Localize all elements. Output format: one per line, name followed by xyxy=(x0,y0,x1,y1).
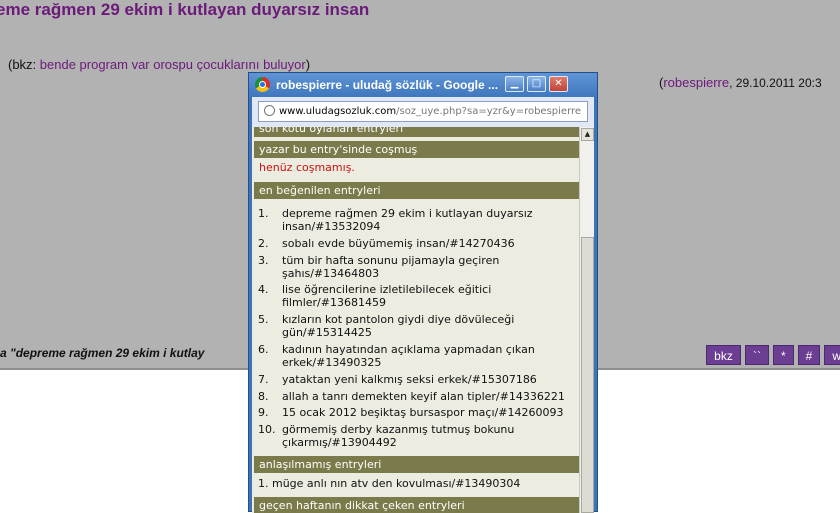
liked-entry-item[interactable]: 6. kadının hayatından açıklama yapmadan ç… xyxy=(258,343,578,369)
section-header-unliked: anlaşılmamış entryleri xyxy=(254,456,579,473)
globe-icon xyxy=(264,105,275,116)
scroll-thumb[interactable] xyxy=(581,237,594,513)
liked-entry-item[interactable]: 3. tüm bir hafta sonunu pijamayla geçiren… xyxy=(258,254,578,280)
close-button[interactable]: ✕ xyxy=(549,76,568,92)
liked-entry-item[interactable]: 2. sobalı evde büyümemiş insan/#14270436 xyxy=(258,237,578,250)
bkz-prefix: (bkz: xyxy=(8,57,40,72)
popup-title: robespierre - uludağ sözlük - Google ... xyxy=(276,78,499,92)
backtick-button[interactable]: `` xyxy=(745,345,769,365)
address-area: www.uludagsozluk.com/soz_uye.php?sa=yzr&… xyxy=(252,97,594,127)
profile-panel: son kötü oylanan entryleri yazar bu entr… xyxy=(252,127,579,513)
liked-entry-text[interactable]: kadının hayatından açıklama yapmadan çık… xyxy=(282,343,578,356)
asterisk-button[interactable]: * xyxy=(773,345,794,365)
liked-entries-list: 1. depreme rağmen 29 ekim i kutlayan duya… xyxy=(258,207,578,453)
liked-entry-number: 7. xyxy=(258,372,269,386)
scroll-up-arrow-icon[interactable]: ▲ xyxy=(581,128,594,141)
author-line: (robespierre, 29.10.2011 20:3 xyxy=(659,75,822,90)
maximize-button[interactable]: □ xyxy=(527,76,546,92)
www-button[interactable]: ww xyxy=(824,345,840,365)
minimize-button[interactable]: ▁ xyxy=(505,76,524,92)
liked-entry-item[interactable]: 7. yataktan yeni kalkmış seksi erkek/#153… xyxy=(258,373,578,386)
hash-button[interactable]: # xyxy=(797,345,821,365)
popup-titlebar[interactable]: robespierre - uludağ sözlük - Google ...… xyxy=(249,73,597,97)
url-path: /soz_uye.php?sa=yzr&y=robespierre xyxy=(396,106,582,117)
liked-entry-number: 9. xyxy=(258,406,269,420)
scrollbar[interactable]: ▲ xyxy=(579,127,594,513)
bkz-line: (bkz: bende program var orospu çocukları… xyxy=(8,57,310,72)
liked-entry-text[interactable]: lise öğrencilerine izletilebilecek eğiti… xyxy=(282,283,578,296)
liked-entry-text-cont[interactable]: çıkarmış/#13904492 xyxy=(282,436,578,449)
cosmus-empty-text: henüz coşmamış. xyxy=(259,161,355,174)
chrome-icon xyxy=(255,77,270,92)
liked-entry-number: 5. xyxy=(258,313,269,327)
liked-entry-item[interactable]: 5. kızların kot pantolon giydi diye dövül… xyxy=(258,313,578,339)
liked-entry-item[interactable]: 4. lise öğrencilerine izletilebilecek eği… xyxy=(258,283,578,309)
bkz-link[interactable]: bende program var orospu çocuklarını bul… xyxy=(40,57,306,72)
liked-entry-item[interactable]: 10. görmemiş derby kazanmış tutmuş bokunu… xyxy=(258,423,578,449)
liked-entry-number: 3. xyxy=(258,253,269,267)
liked-entry-text-cont[interactable]: filmler/#13681459 xyxy=(282,296,578,309)
section-header-cut-bottom: geçen haftanın dikkat çeken entryleri xyxy=(254,497,579,513)
entry-title[interactable]: eme rağmen 29 ekim i kutlayan duyarsız i… xyxy=(0,0,369,20)
url-host: www.uludagsozluk.com xyxy=(279,106,397,117)
quote-fragment: a "depreme rağmen 29 ekim i kutlay xyxy=(0,346,205,360)
liked-entry-text-cont[interactable]: şahıs/#13464803 xyxy=(282,267,578,280)
liked-entry-number: 6. xyxy=(258,342,269,356)
section-header-cut-top: son kötü oylanan entryleri xyxy=(254,127,579,137)
popup-content: son kötü oylanan entryleri yazar bu entr… xyxy=(252,127,594,513)
unliked-entry-link[interactable]: 1. müge anlı nın atv den kovulması/#1349… xyxy=(258,477,520,490)
address-bar[interactable]: www.uludagsozluk.com/soz_uye.php?sa=yzr&… xyxy=(258,101,588,122)
liked-entry-number: 2. xyxy=(258,236,269,250)
liked-entry-text[interactable]: 15 ocak 2012 beşiktaş bursaspor maçı/#14… xyxy=(282,406,578,419)
bkz-suffix: ) xyxy=(305,57,311,72)
section-header-cosmus: yazar bu entry'sinde coşmuş xyxy=(254,141,579,158)
liked-entry-text[interactable]: allah a tanrı demekten keyif alan tipler… xyxy=(282,390,578,403)
liked-entry-item[interactable]: 1. depreme rağmen 29 ekim i kutlayan duya… xyxy=(258,207,578,233)
liked-entry-number: 8. xyxy=(258,389,269,403)
entry-date: , 29.10.2011 20:3 xyxy=(729,76,822,90)
liked-entry-item[interactable]: 8. allah a tanrı demekten keyif alan tipl… xyxy=(258,390,578,403)
liked-entry-text-cont[interactable]: insan/#13532094 xyxy=(282,220,578,233)
liked-entry-item[interactable]: 9. 15 ocak 2012 beşiktaş bursaspor maçı/#… xyxy=(258,406,578,419)
popup-window: robespierre - uludağ sözlük - Google ...… xyxy=(248,72,598,513)
author-link[interactable]: robespierre xyxy=(663,75,729,90)
liked-entry-number: 4. xyxy=(258,283,269,297)
editor-toolbar: bkz `` * # ww xyxy=(706,345,840,365)
liked-entry-text[interactable]: görmemiş derby kazanmış tutmuş bokunu xyxy=(282,423,578,436)
liked-entry-text[interactable]: depreme rağmen 29 ekim i kutlayan duyars… xyxy=(282,207,578,220)
liked-entry-text[interactable]: yataktan yeni kalkmış seksi erkek/#15307… xyxy=(282,373,578,386)
liked-entry-text[interactable]: sobalı evde büyümemiş insan/#14270436 xyxy=(282,237,578,250)
section-header-liked: en beğenilen entryleri xyxy=(254,182,579,199)
liked-entry-text-cont[interactable]: erkek/#13490325 xyxy=(282,356,578,369)
liked-entry-text[interactable]: kızların kot pantolon giydi diye dövülec… xyxy=(282,313,578,326)
liked-entry-text[interactable]: tüm bir hafta sonunu pijamayla geçiren xyxy=(282,254,578,267)
bkz-button[interactable]: bkz xyxy=(706,345,741,365)
liked-entry-number: 1. xyxy=(258,207,269,220)
liked-entry-number: 10. xyxy=(258,423,276,437)
liked-entry-text-cont[interactable]: gün/#15314425 xyxy=(282,326,578,339)
